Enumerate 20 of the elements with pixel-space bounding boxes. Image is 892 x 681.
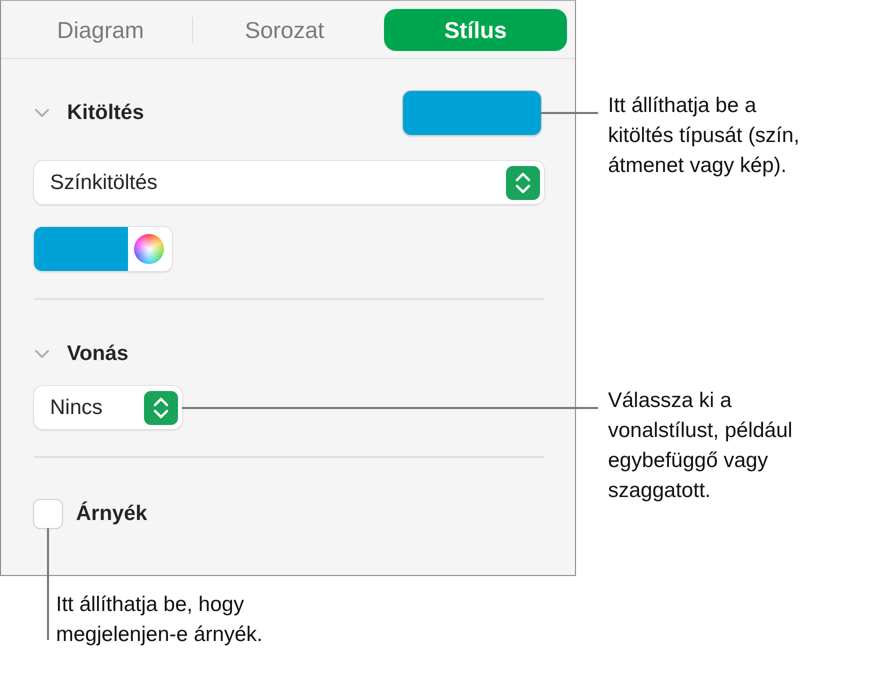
section-title: Vonás	[67, 342, 128, 366]
disclosure-chevron-icon[interactable]	[34, 349, 50, 359]
tab[interactable]: Diagram	[9, 8, 192, 50]
popup-menu[interactable]: Nincs	[34, 386, 182, 429]
tab[interactable]: Sorozat	[193, 8, 376, 50]
callout-text: Itt állíthatja be a kitöltés típusát (szín, átmenet vagy kép).	[608, 93, 800, 179]
checkbox[interactable]	[34, 500, 62, 528]
callout-text: Itt állíthatja be, hogy megjelenjen-e árnyék.	[56, 592, 263, 648]
disclosure-chevron-icon[interactable]	[34, 108, 50, 118]
color-well[interactable]	[34, 227, 172, 271]
callout-text: Válassza ki a vonalstílust, például egybefüggő vagy szaggatott.	[608, 388, 792, 504]
checkbox-label: Árnyék	[76, 502, 148, 526]
stepper-icon	[144, 390, 178, 424]
fill-color-swatch[interactable]	[403, 91, 541, 135]
popup-menu[interactable]: Színkitöltés	[34, 161, 544, 204]
color-wheel-icon[interactable]	[134, 234, 164, 264]
leader-line	[541, 112, 598, 114]
stepper-icon	[506, 166, 540, 200]
section-title: Kitöltés	[67, 101, 144, 125]
tab[interactable]: Stílus	[384, 8, 567, 50]
